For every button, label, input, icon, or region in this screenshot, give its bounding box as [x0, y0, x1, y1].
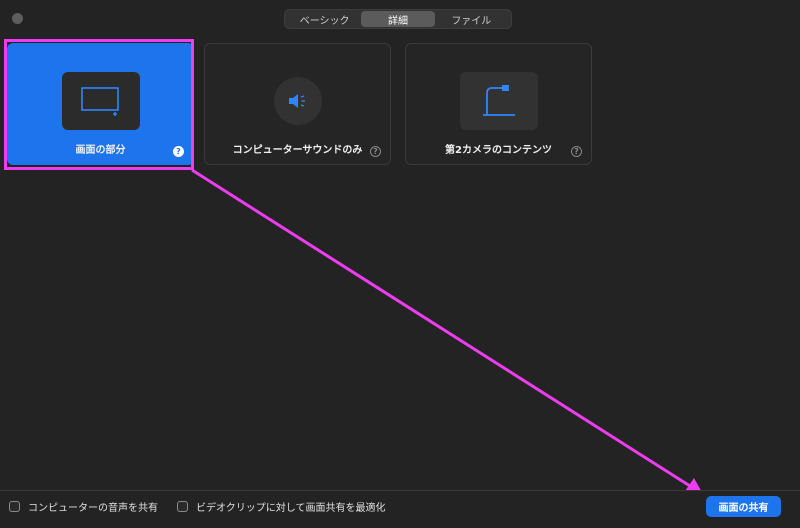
help-icon[interactable]: ?	[370, 146, 381, 157]
share-options-footer: コンピューターの音声を共有 ビデオクリップに対して画面共有を最適化 画面の共有	[0, 490, 800, 528]
optimize-video-option[interactable]: ビデオクリップに対して画面共有を最適化	[177, 499, 386, 514]
document-camera-thumbnail	[459, 72, 538, 130]
share-audio-label: コンピューターの音声を共有	[28, 503, 158, 514]
share-screen-button[interactable]: 画面の共有	[706, 496, 781, 517]
help-icon[interactable]: ?	[173, 146, 184, 157]
option-label: 第2カメラのコンテンツ	[445, 145, 552, 156]
screen-region-icon	[80, 87, 119, 116]
window-close-button[interactable]	[12, 13, 23, 24]
screen-region-thumbnail	[61, 72, 140, 130]
tab-files[interactable]: ファイル	[435, 11, 508, 27]
option-portion-of-screen[interactable]: 画面の部分 ?	[7, 43, 194, 165]
tab-basic[interactable]: ベーシック	[288, 11, 361, 27]
option-second-camera-content[interactable]: 第2カメラのコンテンツ ?	[405, 43, 592, 165]
share-screen-window: ベーシック 詳細 ファイル 画面の部分 ? コンピューターサウンドのみ ? 第2…	[0, 0, 800, 528]
share-tab-bar: ベーシック 詳細 ファイル	[284, 9, 512, 29]
speaker-icon	[288, 94, 305, 108]
option-label: 画面の部分	[75, 145, 126, 156]
share-audio-checkbox[interactable]	[9, 501, 20, 512]
help-icon[interactable]: ?	[571, 146, 582, 157]
option-label: コンピューターサウンドのみ	[232, 145, 363, 156]
speaker-thumbnail	[273, 77, 322, 125]
tab-advanced[interactable]: 詳細	[361, 11, 435, 27]
optimize-video-checkbox[interactable]	[177, 501, 188, 512]
option-computer-sound-only[interactable]: コンピューターサウンドのみ ?	[204, 43, 391, 165]
optimize-video-label: ビデオクリップに対して画面共有を最適化	[196, 503, 386, 514]
share-audio-option[interactable]: コンピューターの音声を共有	[9, 499, 158, 514]
document-camera-icon	[482, 85, 515, 116]
